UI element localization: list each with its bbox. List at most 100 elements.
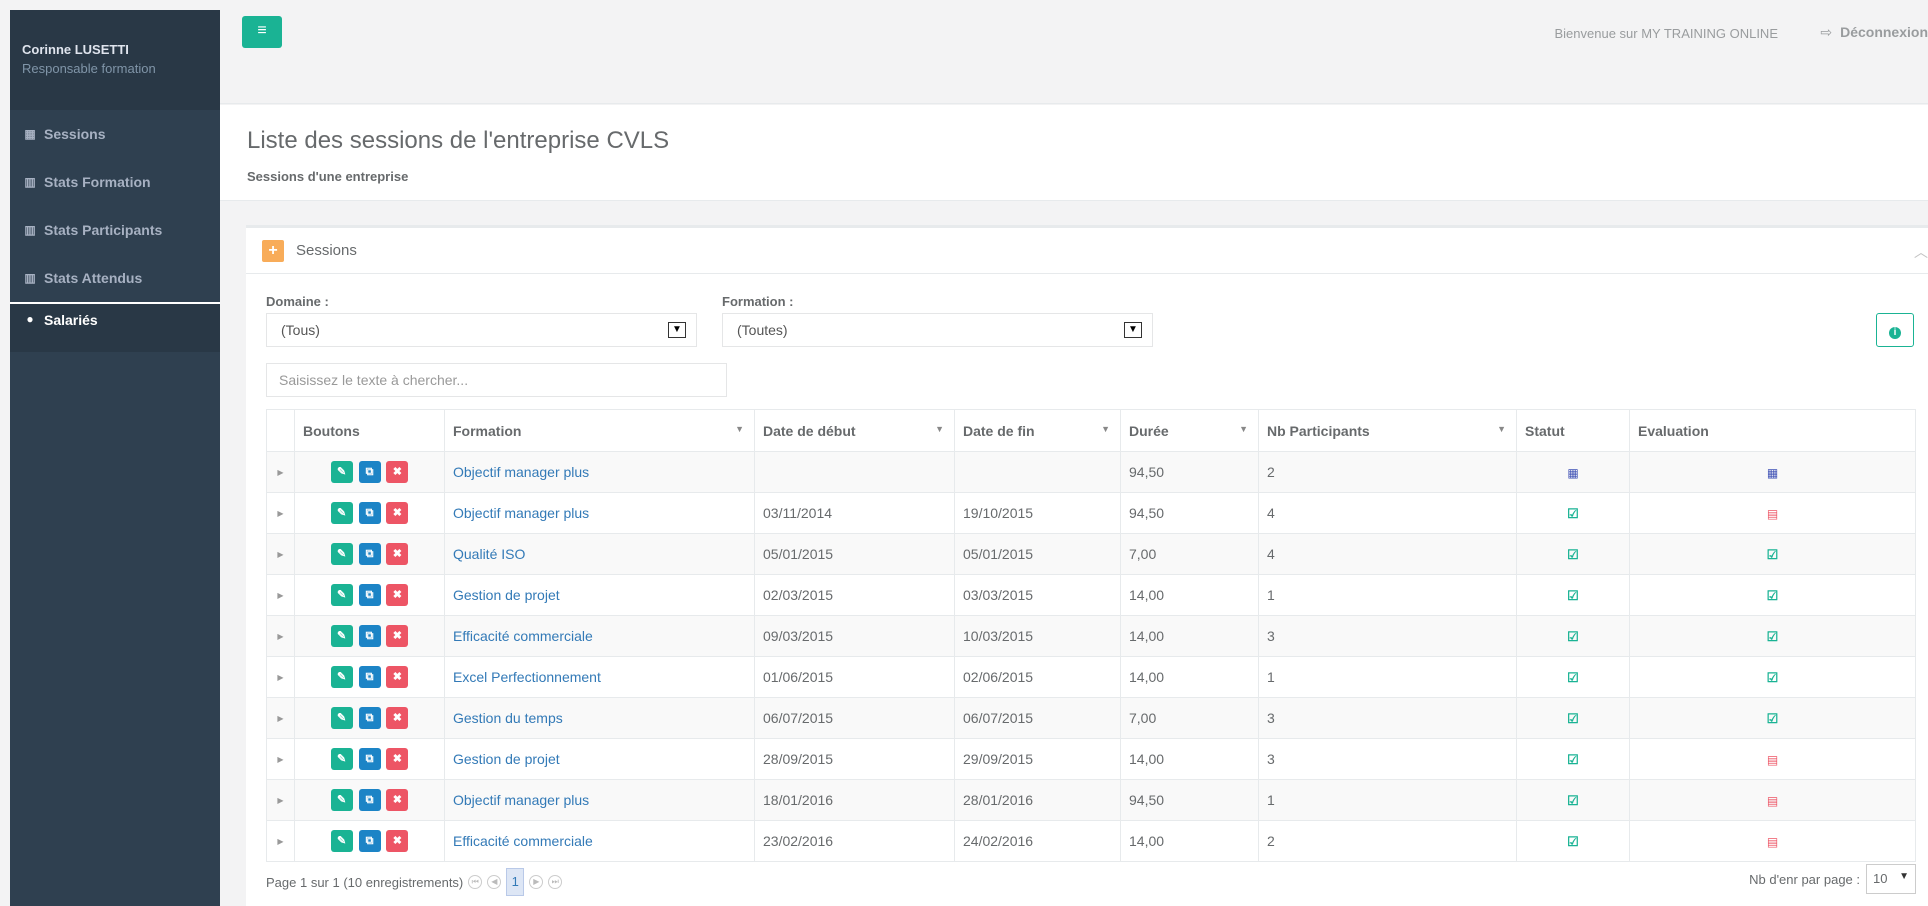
column-header-nb-participants[interactable]: Nb Participants ▼ [1258, 409, 1517, 452]
delete-button[interactable]: ✖ [386, 584, 409, 606]
filter-icon[interactable]: ▼ [735, 424, 744, 434]
filter-icon[interactable]: ▼ [1497, 424, 1506, 434]
sidebar-item-stats-attendus[interactable]: ▥ Stats Attendus [10, 254, 220, 302]
edit-button[interactable]: ✎ [330, 584, 353, 606]
cell-statut[interactable]: ☑ [1516, 615, 1630, 657]
cell-formation[interactable]: Objectif manager plus [444, 779, 755, 821]
cell-formation[interactable]: Gestion du temps [444, 697, 755, 739]
check-square-icon[interactable]: ☑ [1567, 670, 1579, 685]
expand-row-icon[interactable]: ▶ [266, 656, 295, 698]
cell-statut[interactable]: ☑ [1516, 656, 1630, 698]
table-row[interactable]: ▶ ✎ ⧉ ✖ Objectif manager plus 18/01/2016… [266, 779, 1916, 821]
check-square-icon[interactable]: ☑ [1567, 711, 1579, 726]
delete-button[interactable]: ✖ [386, 748, 409, 770]
column-header-date-fin[interactable]: Date de fin ▼ [954, 409, 1121, 452]
search-input[interactable]: Saisissez le texte à chercher... [266, 363, 727, 397]
copy-button[interactable]: ⧉ [358, 584, 381, 606]
edit-button[interactable]: ✎ [330, 707, 353, 729]
delete-button[interactable]: ✖ [386, 461, 409, 483]
check-square-icon[interactable]: ☑ [1767, 547, 1779, 562]
edit-button[interactable]: ✎ [330, 461, 353, 483]
column-header-duree[interactable]: Durée ▼ [1120, 409, 1259, 452]
cell-evaluation[interactable]: ☑ [1629, 615, 1916, 657]
delete-button[interactable]: ✖ [386, 625, 409, 647]
last-page-icon[interactable]: ⏭ [548, 875, 563, 889]
menu-toggle-button[interactable]: ≡ [242, 16, 282, 48]
edit-button[interactable]: ✎ [330, 666, 353, 688]
cell-statut[interactable]: ☑ [1516, 697, 1630, 739]
cell-statut[interactable]: ☑ [1516, 779, 1630, 821]
page-size-select[interactable]: 10 ▼ [1866, 864, 1916, 894]
expand-row-icon[interactable]: ▶ [266, 697, 295, 739]
delete-button[interactable]: ✖ [386, 502, 409, 524]
copy-button[interactable]: ⧉ [358, 666, 381, 688]
expand-row-icon[interactable]: ▶ [266, 779, 295, 821]
next-page-icon[interactable]: ▶ [529, 875, 544, 889]
sidebar-item-sessions[interactable]: ▦ Sessions [10, 110, 220, 158]
copy-button[interactable]: ⧉ [358, 707, 381, 729]
filter-icon[interactable]: ▼ [1239, 424, 1248, 434]
cell-formation[interactable]: Objectif manager plus [444, 451, 755, 493]
copy-button[interactable]: ⧉ [358, 830, 381, 852]
edit-button[interactable]: ✎ [330, 625, 353, 647]
edit-button[interactable]: ✎ [330, 830, 353, 852]
cell-formation[interactable]: Excel Perfectionnement [444, 656, 755, 698]
cell-formation[interactable]: Objectif manager plus [444, 492, 755, 534]
cell-evaluation[interactable]: ☑ [1629, 533, 1916, 575]
cell-evaluation[interactable]: ▦ [1629, 451, 1916, 493]
cell-statut[interactable]: ▦ [1516, 451, 1630, 493]
filter-icon[interactable]: ▼ [1101, 424, 1110, 434]
chevron-up-icon[interactable]: ︿ [1914, 242, 1928, 262]
table-row[interactable]: ▶ ✎ ⧉ ✖ Efficacité commerciale 23/02/201… [266, 820, 1916, 862]
delete-button[interactable]: ✖ [386, 666, 409, 688]
first-page-icon[interactable]: ⏮ [468, 875, 483, 889]
add-session-icon[interactable]: + [262, 239, 284, 262]
cell-statut[interactable]: ☑ [1516, 574, 1630, 616]
info-button[interactable]: i [1876, 313, 1914, 347]
delete-button[interactable]: ✖ [386, 789, 409, 811]
edit-button[interactable]: ✎ [330, 748, 353, 770]
cell-evaluation[interactable]: ▤ [1629, 779, 1916, 821]
copy-button[interactable]: ⧉ [358, 625, 381, 647]
cell-statut[interactable]: ☑ [1516, 492, 1630, 534]
domaine-select[interactable]: (Tous) ▼ [266, 313, 697, 347]
cell-evaluation[interactable]: ▤ [1629, 820, 1916, 862]
sidebar-item-stats-formation[interactable]: ▥ Stats Formation [10, 158, 220, 206]
cell-formation[interactable]: Gestion de projet [444, 574, 755, 616]
sidebar-item-salaries[interactable]: ● Salariés [10, 302, 220, 352]
cell-evaluation[interactable]: ☑ [1629, 697, 1916, 739]
table-row[interactable]: ▶ ✎ ⧉ ✖ Gestion de projet 28/09/2015 29/… [266, 738, 1916, 780]
current-page-button[interactable]: 1 [506, 868, 525, 896]
check-square-icon[interactable]: ☑ [1567, 506, 1579, 521]
check-square-icon[interactable]: ☑ [1767, 711, 1779, 726]
edit-button[interactable]: ✎ [330, 789, 353, 811]
expand-row-icon[interactable]: ▶ [266, 451, 295, 493]
calendar-icon[interactable]: ▦ [1567, 466, 1578, 480]
column-header-date-debut[interactable]: Date de début ▼ [754, 409, 955, 452]
cell-formation[interactable]: Gestion de projet [444, 738, 755, 780]
table-row[interactable]: ▶ ✎ ⧉ ✖ Gestion de projet 02/03/2015 03/… [266, 574, 1916, 616]
copy-button[interactable]: ⧉ [358, 543, 381, 565]
check-square-icon[interactable]: ☑ [1767, 629, 1779, 644]
check-square-icon[interactable]: ☑ [1567, 834, 1579, 849]
check-square-icon[interactable]: ☑ [1567, 629, 1579, 644]
check-square-icon[interactable]: ☑ [1567, 793, 1579, 808]
copy-button[interactable]: ⧉ [358, 748, 381, 770]
cell-statut[interactable]: ☑ [1516, 533, 1630, 575]
table-row[interactable]: ▶ ✎ ⧉ ✖ Excel Perfectionnement 01/06/201… [266, 656, 1916, 698]
table-row[interactable]: ▶ ✎ ⧉ ✖ Efficacité commerciale 09/03/201… [266, 615, 1916, 657]
check-square-icon[interactable]: ☑ [1567, 588, 1579, 603]
cell-formation[interactable]: Efficacité commerciale [444, 615, 755, 657]
document-icon[interactable]: ▤ [1767, 794, 1778, 808]
document-icon[interactable]: ▤ [1767, 507, 1778, 521]
cell-evaluation[interactable]: ▤ [1629, 738, 1916, 780]
document-icon[interactable]: ▤ [1767, 835, 1778, 849]
expand-row-icon[interactable]: ▶ [266, 574, 295, 616]
copy-button[interactable]: ⧉ [358, 789, 381, 811]
document-icon[interactable]: ▤ [1767, 753, 1778, 767]
logout-link[interactable]: ⇨ Déconnexion [1820, 24, 1928, 41]
check-square-icon[interactable]: ☑ [1567, 547, 1579, 562]
cell-formation[interactable]: Efficacité commerciale [444, 820, 755, 862]
expand-row-icon[interactable]: ▶ [266, 820, 295, 862]
cell-formation[interactable]: Qualité ISO [444, 533, 755, 575]
